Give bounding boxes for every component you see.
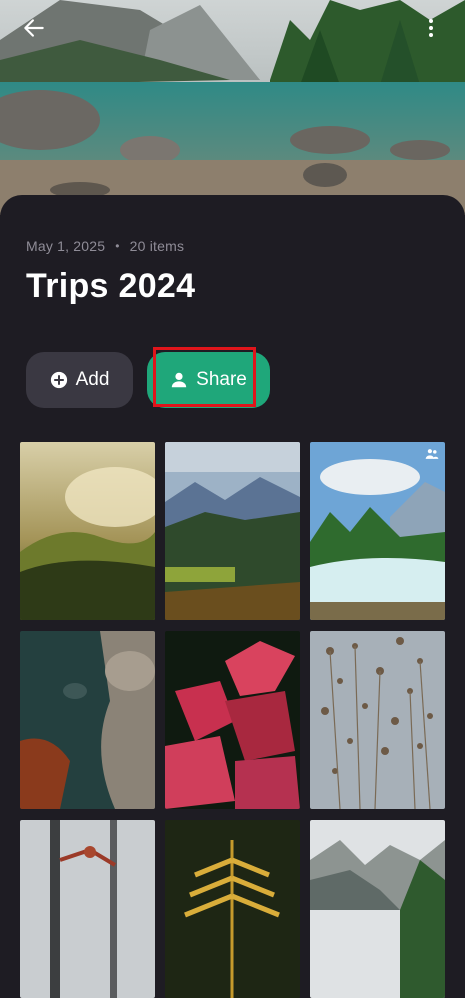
- more-vertical-icon: [429, 19, 433, 37]
- photo-tile-9[interactable]: [310, 820, 445, 998]
- photo-tile-1[interactable]: [20, 442, 155, 620]
- photo-tile-6[interactable]: [310, 631, 445, 809]
- photo-tile-2[interactable]: [165, 442, 300, 620]
- photo-tile-7[interactable]: [20, 820, 155, 998]
- photo-tile-5[interactable]: [165, 631, 300, 809]
- add-button-label: Add: [75, 369, 110, 390]
- album-date: May 1, 2025: [26, 238, 106, 254]
- back-button[interactable]: [18, 12, 50, 44]
- more-options-button[interactable]: [415, 12, 447, 44]
- person-icon: [170, 371, 188, 389]
- back-arrow-icon: [24, 19, 44, 37]
- photo-tile-4[interactable]: [20, 631, 155, 809]
- album-meta: May 1, 2025 • 20 items: [26, 238, 184, 254]
- album-title: Trips 2024: [26, 267, 196, 305]
- photo-tile-3[interactable]: [310, 442, 445, 620]
- meta-separator: •: [115, 239, 120, 253]
- share-button-label: Share: [196, 369, 247, 390]
- people-icon: [425, 448, 439, 460]
- album-item-count: 20 items: [129, 238, 185, 254]
- album-cover-image: [0, 0, 465, 215]
- add-button[interactable]: Add: [26, 352, 133, 408]
- share-button[interactable]: Share: [147, 352, 270, 408]
- photo-tile-8[interactable]: [165, 820, 300, 998]
- plus-circle-icon: [50, 371, 68, 389]
